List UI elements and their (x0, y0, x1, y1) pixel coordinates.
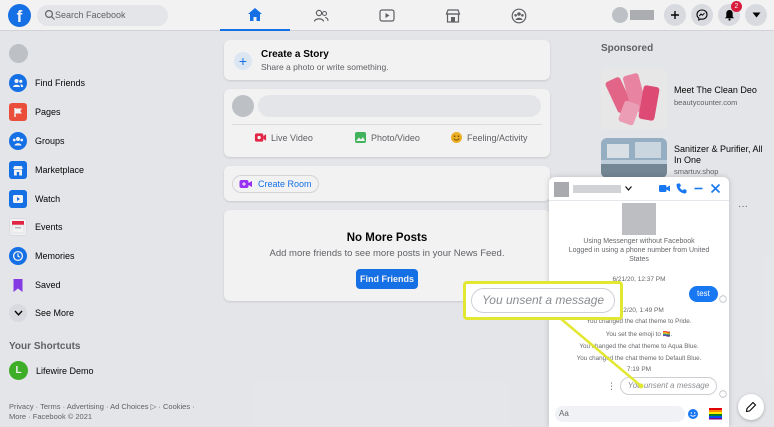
new-message-button[interactable] (738, 394, 764, 420)
compose-icon (745, 401, 757, 413)
callout-unsent-message: You unsent a message (471, 288, 615, 313)
callout-highlight: You unsent a message (463, 281, 623, 320)
callout-connector-line (559, 317, 644, 389)
